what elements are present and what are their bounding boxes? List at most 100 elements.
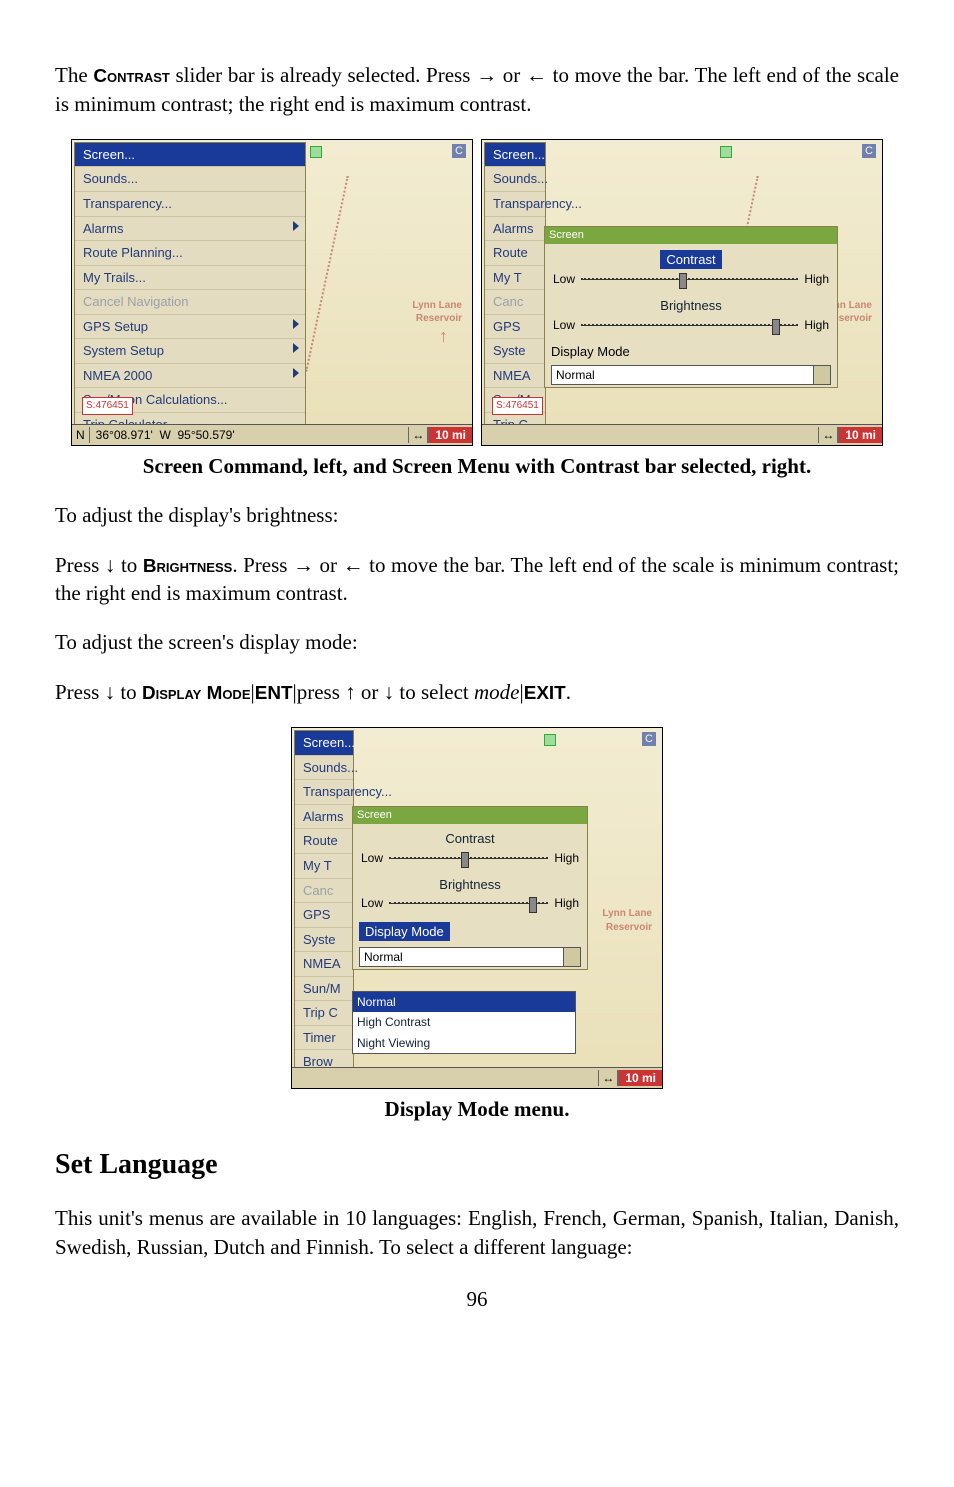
highway-badge: S:476451 [492, 397, 543, 415]
compass-c-badge: C [862, 144, 876, 158]
submenu-arrow-icon [293, 343, 299, 353]
menu-item[interactable]: Timer [295, 1026, 353, 1051]
zoom-level: 10 mi [618, 1070, 662, 1086]
pan-arrows-icon: ↔ [818, 427, 838, 443]
selection-indicator-icon [720, 146, 732, 158]
menu-item[interactable]: GPS [295, 903, 353, 928]
slider-low-label: Low [361, 850, 383, 866]
map-reservoir-label: Lynn Lane Reservoir [602, 907, 652, 934]
figure1-caption: Screen Command, left, and Screen Menu wi… [55, 452, 899, 480]
ent-key: ENT [255, 683, 293, 704]
pan-arrows-icon: ↔ [598, 1070, 618, 1086]
slider-thumb-icon[interactable] [772, 319, 780, 335]
display-mode-dropdown[interactable]: Normal [359, 947, 581, 967]
contrast-slider[interactable]: Low High [361, 850, 579, 866]
status-bar: ↔ 10 mi [482, 424, 882, 445]
menu-item[interactable]: Sun/M [295, 977, 353, 1002]
brightness-title: Brightness [439, 876, 500, 894]
menu-item[interactable]: Screen... [295, 731, 353, 756]
set-language-body: This unit's menus are available in 10 la… [55, 1204, 899, 1261]
slider-high-label: High [804, 317, 829, 333]
menu-item[interactable]: GPS [485, 315, 545, 340]
contrast-slider[interactable]: Low High [553, 271, 829, 287]
menu-item[interactable]: NMEA [295, 952, 353, 977]
zoom-level: 10 mi [838, 427, 882, 443]
display-mode-value: Normal [556, 367, 595, 383]
compass-c-badge: C [452, 144, 466, 158]
menu-item-transparency[interactable]: Transparency... [75, 192, 305, 217]
gps-screenshot-right: C Lynn Lane Reservoir Screen... Sounds..… [481, 139, 883, 446]
menu-item[interactable]: Syste [295, 928, 353, 953]
popup-title-bar: Screen [353, 807, 587, 824]
set-language-heading: Set Language [55, 1146, 899, 1184]
brightness-section: Brightness Low High [553, 297, 829, 333]
display-mode-label: Display Mode [551, 343, 630, 361]
menu-item-my-trails[interactable]: My Trails... [75, 266, 305, 291]
mode-option-night-viewing[interactable]: Night Viewing [353, 1033, 575, 1053]
menu-item[interactable]: Route [295, 829, 353, 854]
menu-item[interactable]: Sounds... [485, 167, 545, 192]
menu-item[interactable]: My T [485, 266, 545, 291]
pan-arrows-icon: ↔ [408, 427, 428, 443]
menu-item[interactable]: Syste [485, 339, 545, 364]
mode-italic: mode [474, 680, 520, 704]
menu-item[interactable]: Route [485, 241, 545, 266]
display-mode-row: Display Mode [551, 343, 831, 361]
menu-item[interactable]: Transparency... [485, 192, 545, 217]
gps-screenshot-left: C Lynn Lane Reservoir ↑ Screen... Sounds… [71, 139, 473, 446]
submenu-arrow-icon [293, 221, 299, 231]
intro-text-1: The [55, 63, 93, 87]
menu-item-nmea-2000[interactable]: NMEA 2000 [75, 364, 305, 389]
menu-item[interactable]: Alarms [295, 805, 353, 830]
menu-item[interactable]: Transparency... [295, 780, 353, 805]
menu-item[interactable]: Sounds... [295, 756, 353, 781]
menu-item-route-planning[interactable]: Route Planning... [75, 241, 305, 266]
compass-c-badge: C [642, 732, 656, 746]
display-mode-dropdown[interactable]: Normal [551, 365, 831, 385]
display-mode-dropdown-row: Normal [359, 947, 581, 967]
selection-indicator-icon [310, 146, 322, 158]
dropdown-arrow-icon [813, 366, 830, 384]
mode-option-high-contrast[interactable]: High Contrast [353, 1012, 575, 1032]
brightness-slider[interactable]: Low High [553, 317, 829, 333]
display-mode-label: Display Mode [359, 922, 450, 942]
menu-item[interactable]: Trip C [295, 1001, 353, 1026]
slider-high-label: High [804, 271, 829, 287]
figure-screen-command: C Lynn Lane Reservoir ↑ Screen... Sounds… [55, 139, 899, 446]
contrast-title: Contrast [445, 830, 494, 848]
mode-option-normal[interactable]: Normal [353, 992, 575, 1012]
north-arrow-icon: ↑ [439, 324, 448, 348]
menu-item[interactable]: NMEA [485, 364, 545, 389]
menu-item-screen[interactable]: Screen... [75, 143, 305, 168]
brightness-slider[interactable]: Low High [361, 895, 579, 911]
menu-item-alarms[interactable]: Alarms [75, 217, 305, 242]
menu-item-sounds[interactable]: Sounds... [75, 167, 305, 192]
slider-thumb-icon[interactable] [679, 273, 687, 289]
display-mode-instructions: Press ↓ to Display Mode|ENT|press ↑ or ↓… [55, 678, 899, 707]
submenu-arrow-icon [293, 319, 299, 329]
slider-track [581, 324, 798, 326]
menu-item[interactable]: My T [295, 854, 353, 879]
dropdown-arrow-icon [563, 948, 580, 966]
menu-item-system-setup[interactable]: System Setup [75, 339, 305, 364]
brightness-lead: To adjust the display's brightness: [55, 501, 899, 529]
map-background: C Lynn Lane Reservoir ↑ [316, 144, 466, 404]
submenu-arrow-icon [293, 368, 299, 378]
menu-item-gps-setup[interactable]: GPS Setup [75, 315, 305, 340]
menu-item: Canc [295, 879, 353, 904]
display-mode-options-list: Normal High Contrast Night Viewing [352, 991, 576, 1054]
slider-track [581, 278, 798, 280]
intro-text-2: slider bar is already selected. Press → … [55, 63, 899, 116]
figure-display-mode: C Lynn Lane Reservoir Screen... Sounds..… [55, 727, 899, 1089]
slider-thumb-icon[interactable] [529, 897, 537, 913]
display-mode-dropdown-row: Normal [551, 365, 831, 385]
slider-track [389, 902, 548, 904]
slider-thumb-icon[interactable] [461, 852, 469, 868]
slider-high-label: High [554, 895, 579, 911]
exit-key: EXIT [524, 683, 566, 704]
menu-item[interactable]: Alarms [485, 217, 545, 242]
coord-n-label: N [72, 427, 90, 443]
map-trail-line [305, 176, 350, 372]
brightness-title: Brightness [660, 297, 721, 315]
menu-item[interactable]: Screen... [485, 143, 545, 168]
